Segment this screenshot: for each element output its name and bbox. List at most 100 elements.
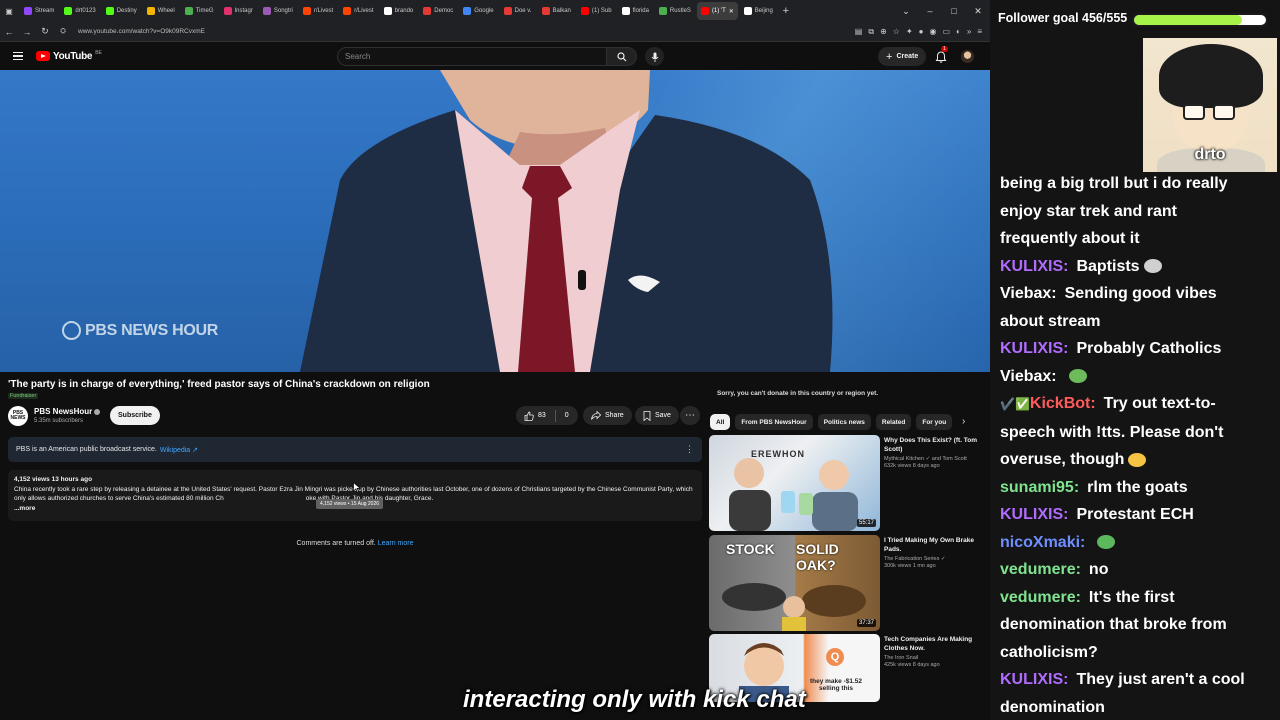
site-info-icon[interactable]: ⛭ — [54, 28, 72, 36]
wikipedia-link[interactable]: Wikipedia ↗ — [160, 446, 198, 454]
create-button[interactable]: + Create — [878, 47, 927, 66]
chat-message: KULIXIS: They just aren't a cool — [1000, 666, 1276, 694]
extension-icon[interactable]: ✦ — [906, 27, 913, 37]
account-avatar[interactable] — [961, 50, 974, 63]
channel-name-row[interactable]: PBS NewsHour — [34, 407, 101, 416]
chat-username: KULIXIS: — [1000, 257, 1069, 275]
extension-icon[interactable]: ● — [919, 27, 924, 37]
video-thumbnail[interactable]: EREWHON 55:17 — [709, 435, 880, 531]
learn-more-link[interactable]: Learn more — [378, 540, 414, 547]
maximize-icon[interactable]: □ — [942, 6, 966, 17]
tab-label: Stream — [35, 8, 55, 14]
voice-search-button[interactable] — [645, 47, 664, 66]
tab-favicon-icon — [423, 7, 432, 15]
browser-tab[interactable]: Google — [459, 2, 497, 20]
video-title[interactable]: I Tried Making My Own Brake Pads. — [884, 536, 989, 554]
video-player[interactable]: PBS NEWS HOUR — [0, 70, 990, 372]
more-tools-icon[interactable]: » — [967, 27, 971, 37]
browser-tab[interactable]: Stream — [20, 2, 58, 20]
recommended-video[interactable]: EREWHON 55:17 Why Does This Exist? (ft. … — [709, 435, 989, 531]
filter-chip[interactable]: Politics news — [817, 414, 871, 430]
dislike-count[interactable]: 0 — [565, 412, 569, 419]
share-button[interactable]: Share — [583, 406, 632, 425]
more-actions-button[interactable]: ⋯ — [680, 406, 700, 425]
browser-tab[interactable]: (1) Sub — [577, 2, 616, 20]
video-channel[interactable]: The Iron Snail — [884, 655, 989, 661]
close-window-icon[interactable]: ✕ — [966, 6, 990, 17]
browser-tab[interactable]: Wheel — [143, 2, 179, 20]
chat-message: sunami95: rlm the goats — [1000, 474, 1276, 502]
video-channel[interactable]: The Fabrication Series ✓ — [884, 556, 989, 562]
comments-status: Comments are turned off. Learn more — [0, 540, 710, 547]
profile-icon[interactable]: ◐ — [956, 27, 961, 37]
view-date-tooltip: 4,152 views • 15 Aug 2026 — [316, 499, 384, 509]
filter-chip[interactable]: Related — [875, 414, 912, 430]
fundraiser-badge[interactable]: Fundraiser — [8, 393, 39, 399]
reader-icon[interactable]: ▤ — [855, 27, 863, 37]
tab-favicon-icon — [503, 7, 512, 15]
minimize-icon[interactable]: – — [918, 6, 942, 17]
video-thumbnail[interactable]: STOCK SOLID OAK? 37:37 — [709, 535, 880, 631]
channel-name[interactable]: PBS NewsHour — [34, 407, 92, 416]
browser-tab[interactable]: Songtri — [259, 2, 297, 20]
filter-chip[interactable]: All — [710, 414, 731, 430]
browser-tab[interactable]: Democ — [419, 2, 457, 20]
thumbnail-badge: Q — [826, 648, 844, 666]
tab-actions-icon[interactable]: ▣ — [0, 7, 18, 16]
back-icon[interactable]: ← — [0, 27, 18, 37]
youtube-logo[interactable]: YouTube BE — [36, 49, 102, 62]
like-button[interactable]: 83 — [524, 411, 546, 421]
browser-tab[interactable]: Doe v. — [500, 2, 536, 20]
channel-avatar[interactable]: PBS NEWS — [8, 406, 28, 426]
url-field[interactable]: www.youtube.com/watch?v=O9k09RCvxmE — [78, 28, 205, 35]
browser-tab[interactable]: TimeG — [181, 2, 218, 20]
filter-chip[interactable]: From PBS NewsHour — [735, 414, 813, 430]
browser-tab[interactable]: r/Livest — [299, 2, 337, 20]
browser-tab[interactable]: Instagr — [220, 2, 257, 20]
menu-icon[interactable] — [13, 51, 23, 61]
browser-menu-icon[interactable]: ≡ — [977, 27, 982, 37]
tab-strip: ▣ Stream drt0123 Destiny Wheel TimeG Instagr S… — [0, 0, 990, 22]
search-button[interactable] — [607, 47, 637, 66]
new-tab-icon[interactable]: + — [777, 5, 795, 17]
chat-emote-icon — [1068, 369, 1087, 384]
kebab-menu-icon[interactable]: ⋮ — [685, 444, 694, 455]
video-channel[interactable]: Mythical Kitchen ✓ and Tom Scott — [884, 456, 989, 462]
browser-tab[interactable]: r/Livest — [339, 2, 377, 20]
zoom-icon[interactable]: ⊕ — [880, 27, 887, 37]
browser-tab[interactable]: Destiny — [102, 2, 141, 20]
tab-label: RustleS — [669, 8, 691, 14]
bookmark-star-icon[interactable]: ☆ — [893, 27, 900, 37]
browser-tab[interactable]: Beijing — [740, 2, 777, 20]
browser-tab[interactable]: florida — [618, 2, 653, 20]
description-box[interactable]: 4,152 views 13 hours ago China recently … — [8, 470, 702, 521]
sidebar-icon[interactable]: ▭ — [942, 27, 950, 37]
browser-tab[interactable]: (1) 'T ✕ — [696, 2, 738, 20]
chat-message: catholicism? — [1000, 639, 1276, 667]
search-input[interactable] — [337, 47, 607, 66]
tab-label: Balkan — [552, 8, 571, 14]
filter-chip[interactable]: For you — [916, 414, 953, 430]
subscribe-button[interactable]: Subscribe — [110, 406, 160, 425]
browser-tab[interactable]: brando — [380, 2, 418, 20]
chat-message: denomination — [1000, 694, 1276, 720]
country-code: BE — [95, 49, 102, 56]
recommended-video[interactable]: STOCK SOLID OAK? 37:37 I Tried Making My… — [709, 535, 989, 631]
forward-icon[interactable]: → — [18, 27, 36, 37]
reload-icon[interactable]: ↻ — [36, 26, 54, 37]
browser-tab[interactable]: RustleS — [655, 2, 695, 20]
browser-tab[interactable]: drt0123 — [60, 2, 99, 20]
follower-goal-progress — [1132, 13, 1268, 27]
extension-icon[interactable]: ◉ — [929, 27, 936, 37]
pbs-logo-icon — [62, 321, 81, 340]
tab-search-icon[interactable]: ⌄ — [894, 6, 918, 17]
video-title[interactable]: Why Does This Exist? (ft. Tom Scott) — [884, 436, 989, 454]
browser-tab[interactable]: Balkan — [538, 2, 575, 20]
chevron-right-icon[interactable]: › — [962, 416, 965, 427]
video-title[interactable]: Tech Companies Are Making Clothes Now. — [884, 635, 989, 653]
video-meta: Tech Companies Are Making Clothes Now. T… — [884, 634, 989, 702]
close-tab-icon[interactable]: ✕ — [729, 8, 734, 15]
screenshot-icon[interactable]: ⧉ — [868, 27, 874, 37]
save-button[interactable]: Save — [635, 406, 679, 425]
notifications-bell-icon[interactable] — [934, 50, 948, 64]
